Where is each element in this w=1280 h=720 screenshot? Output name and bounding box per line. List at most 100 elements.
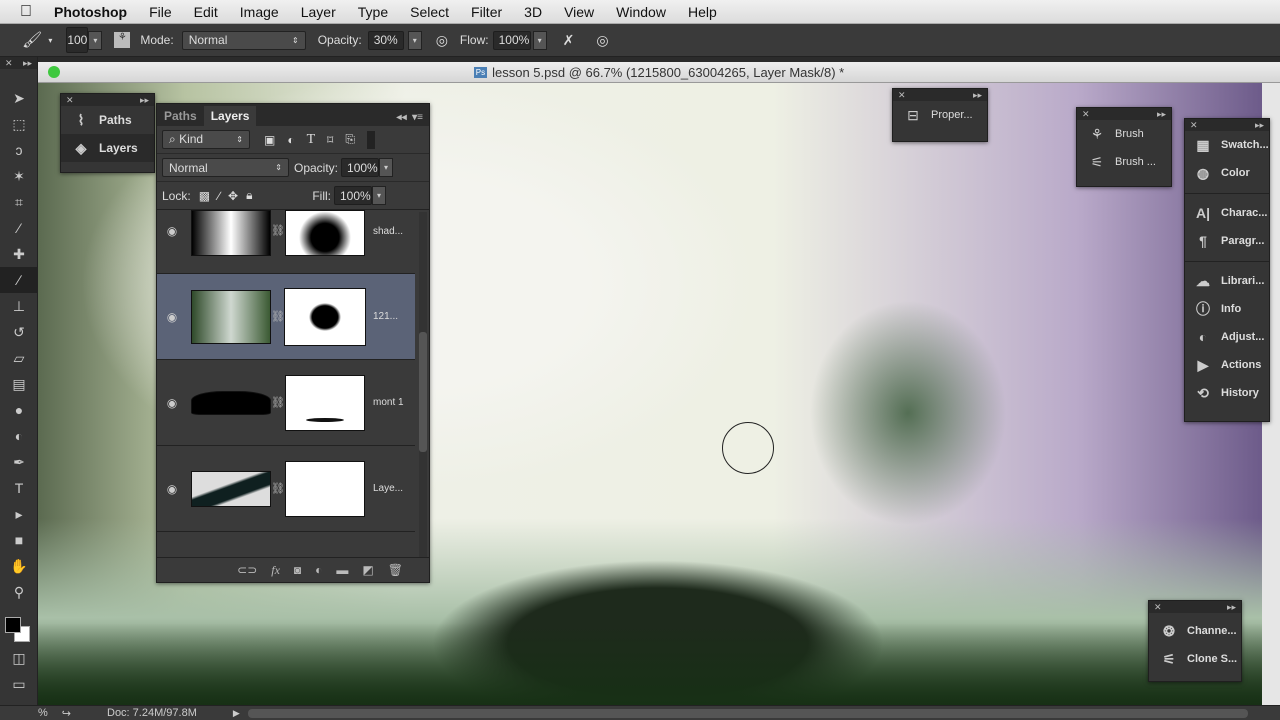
filter-kind-select[interactable]: ⌕ Kind ⇕	[162, 130, 250, 149]
add-mask-icon[interactable]: ◙	[294, 563, 301, 577]
type-tool-icon[interactable]: T	[0, 475, 38, 501]
color-button[interactable]: ◍ Color	[1185, 159, 1269, 187]
layer-name[interactable]: 121...	[373, 311, 398, 322]
layer-mask-thumbnail[interactable]	[284, 287, 366, 346]
layer-opacity-dropdown[interactable]: ▾	[379, 158, 394, 177]
layer-name[interactable]: shad...	[373, 226, 403, 237]
panel-menu-icon[interactable]: ◂◂ ▾≡	[391, 109, 429, 126]
filter-adjustment-icon[interactable]: ◐	[287, 133, 294, 147]
tab-layers[interactable]: Layers	[203, 106, 257, 126]
tool-preset-dropdown[interactable]: ▾	[48, 36, 52, 45]
color-swatches[interactable]	[0, 605, 37, 645]
menu-window[interactable]: Window	[616, 4, 666, 20]
menu-layer[interactable]: Layer	[301, 4, 336, 20]
status-menu-arrow[interactable]: ▶	[233, 708, 240, 719]
lock-transparent-icon[interactable]: ▩	[199, 189, 210, 203]
mode-select[interactable]: Normal ⇕	[181, 30, 306, 50]
zoom-tool-icon[interactable]: ⚲	[0, 579, 38, 605]
foreground-color[interactable]	[5, 617, 21, 633]
flow-dropdown[interactable]: ▾	[532, 30, 547, 50]
close-icon[interactable]: ✕	[1190, 120, 1198, 131]
pen-tool-icon[interactable]: ✒	[0, 449, 38, 475]
tab-paths[interactable]: Paths	[157, 106, 204, 126]
layer-mask-thumbnail[interactable]	[285, 460, 365, 517]
move-tool-icon[interactable]: ➤	[0, 85, 38, 111]
layer-row[interactable]: ◉ ⛓ Laye...	[157, 446, 415, 532]
layer-row-selected[interactable]: ◉ ⛓ 121...	[157, 274, 415, 360]
character-button[interactable]: A| Charac...	[1185, 199, 1269, 227]
fill-dropdown[interactable]: ▾	[372, 186, 386, 205]
collapse-icon[interactable]: ▸▸	[1157, 109, 1166, 120]
brush-tool-icon[interactable]: 🖌︎	[22, 30, 42, 50]
layer-thumbnail[interactable]	[191, 470, 271, 507]
history-button[interactable]: ⟲ History	[1185, 379, 1269, 407]
link-icon[interactable]: ⛓	[271, 396, 285, 409]
brush-button[interactable]: ⚘ Brush	[1077, 120, 1171, 148]
stamp-tool-icon[interactable]: ⊥	[0, 293, 38, 319]
screen-mode-icon[interactable]: ▭	[0, 671, 38, 697]
layer-style-fx-icon[interactable]: fx	[271, 563, 280, 578]
layer-mask-thumbnail[interactable]	[285, 374, 365, 431]
menu-select[interactable]: Select	[410, 4, 449, 20]
rectangle-tool-icon[interactable]: ■	[0, 527, 38, 553]
menu-image[interactable]: Image	[240, 4, 279, 20]
filter-toggle[interactable]	[366, 130, 375, 149]
filter-smart-object-icon[interactable]: ⎘	[345, 132, 355, 147]
visibility-eye-icon[interactable]: ◉	[157, 310, 187, 324]
fill-input[interactable]: 100%	[334, 186, 372, 205]
menu-app[interactable]: Photoshop	[54, 4, 127, 20]
history-brush-tool-icon[interactable]: ↺	[0, 319, 38, 345]
lasso-tool-icon[interactable]: ↄ	[0, 137, 38, 163]
crop-tool-icon[interactable]: ⌗	[0, 189, 38, 215]
layer-opacity-input[interactable]: 100%	[341, 158, 380, 177]
menu-view[interactable]: View	[564, 4, 594, 20]
magic-wand-tool-icon[interactable]: ✶	[0, 163, 38, 189]
swatches-button[interactable]: ▦ Swatch...	[1185, 131, 1269, 159]
horizontal-scrollbar[interactable]	[247, 708, 1248, 718]
menu-edit[interactable]: Edit	[194, 4, 218, 20]
link-icon[interactable]: ⛓	[271, 482, 285, 495]
brush-size-picker[interactable]: 100	[66, 27, 89, 53]
libraries-button[interactable]: ☁ Librari...	[1185, 267, 1269, 295]
healing-brush-tool-icon[interactable]: ✚	[0, 241, 38, 267]
mini-layers-button[interactable]: ◈ Layers	[61, 134, 154, 162]
collapse-icon[interactable]: ▸▸	[973, 90, 982, 101]
visibility-eye-icon[interactable]: ◉	[157, 482, 187, 496]
menu-filter[interactable]: Filter	[471, 4, 502, 20]
adjustments-button[interactable]: ◐ Adjust...	[1185, 323, 1269, 351]
visibility-eye-icon[interactable]: ◉	[157, 224, 187, 238]
layers-scrollbar[interactable]	[419, 212, 427, 558]
info-button[interactable]: ⓘ Info	[1185, 295, 1269, 323]
link-icon[interactable]: ⛓	[271, 224, 285, 237]
opacity-input[interactable]: 30%	[367, 30, 404, 50]
marquee-tool-icon[interactable]: ⬚	[0, 111, 38, 137]
close-icon[interactable]: ✕	[1154, 602, 1162, 613]
menu-file[interactable]: File	[149, 4, 172, 20]
layer-thumbnail[interactable]	[191, 390, 271, 415]
window-zoom-button[interactable]	[48, 66, 60, 78]
collapse-icon[interactable]: ▸▸	[1227, 602, 1236, 613]
collapse-icon[interactable]: ▸▸	[140, 95, 149, 106]
eraser-tool-icon[interactable]: ▱	[0, 345, 38, 371]
lock-position-icon[interactable]: ✥	[228, 189, 238, 203]
mini-paths-button[interactable]: ⌇ Paths	[61, 106, 154, 134]
close-icon[interactable]: ✕	[5, 58, 13, 69]
lock-all-icon[interactable]: 🔒︎	[246, 188, 252, 203]
pressure-opacity-icon[interactable]: ◎	[436, 32, 448, 49]
lock-image-icon[interactable]: ∕	[218, 189, 220, 203]
flow-input[interactable]: 100%	[492, 30, 531, 50]
layer-name[interactable]: Laye...	[373, 483, 403, 494]
close-icon[interactable]: ✕	[898, 90, 906, 101]
visibility-eye-icon[interactable]: ◉	[157, 396, 187, 410]
quick-mask-icon[interactable]: ◫	[0, 645, 38, 671]
properties-button[interactable]: ⊟ Proper...	[893, 101, 987, 129]
close-icon[interactable]: ✕	[1082, 109, 1090, 120]
blur-tool-icon[interactable]: ●	[0, 397, 38, 423]
layer-thumbnail[interactable]	[191, 289, 271, 344]
actions-button[interactable]: ▶ Actions	[1185, 351, 1269, 379]
airbrush-icon[interactable]: ✗	[563, 32, 575, 49]
filter-pixel-icon[interactable]: ▣	[264, 133, 275, 147]
apple-icon[interactable]: 	[20, 3, 32, 21]
eyedropper-tool-icon[interactable]: ⁄	[0, 215, 38, 241]
menu-type[interactable]: Type	[358, 4, 388, 20]
